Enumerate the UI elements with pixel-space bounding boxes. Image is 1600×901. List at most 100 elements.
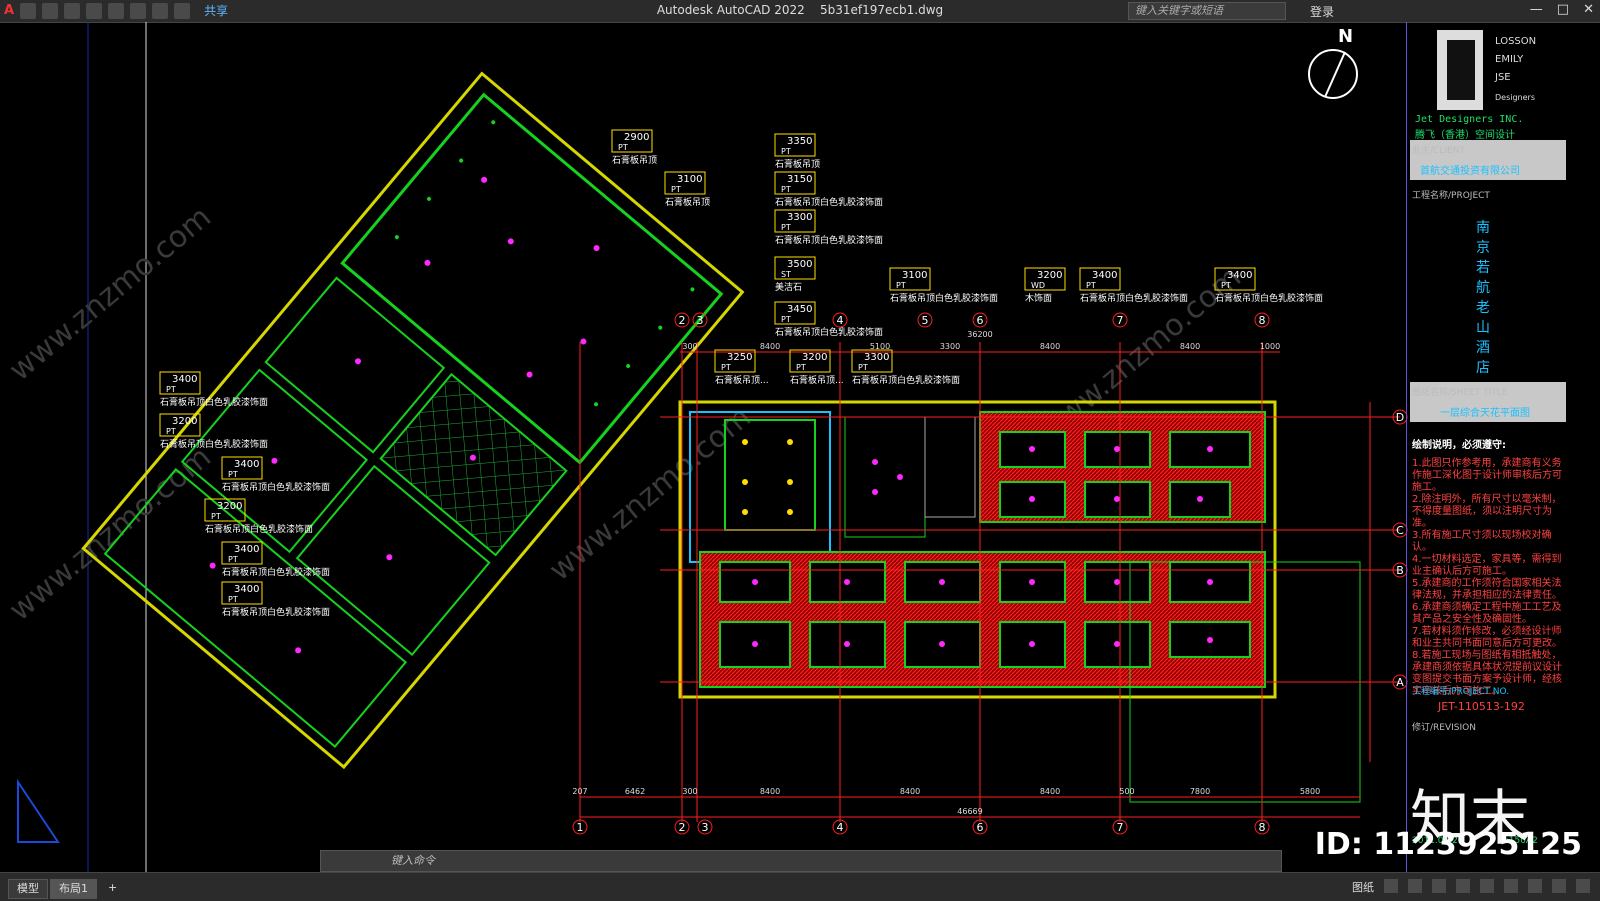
company-en: Jet Designers INC. <box>1415 114 1524 125</box>
svg-text:8400: 8400 <box>1040 342 1060 351</box>
ceiling-tag-material: PT <box>228 470 238 479</box>
svg-text:B: B <box>1396 564 1404 577</box>
ceiling-tag-material: PT <box>896 281 906 290</box>
workspace-gear-icon[interactable] <box>1552 879 1566 893</box>
annotation-scale-icon[interactable] <box>1528 879 1542 893</box>
svg-text:2: 2 <box>679 314 686 327</box>
sheet-title-value: 一层综合天花平面图 <box>1440 408 1530 419</box>
drawing-notes: 绘制说明，必须遵守: 1.此图只作参考用，承建商有义务作施工深化图于设计师审核后… <box>1412 440 1562 698</box>
svg-text:300: 300 <box>682 787 697 796</box>
ceiling-tag-height: 2900 <box>624 132 649 143</box>
ceiling-tag: 3300PT 石膏板吊顶白色乳胶漆饰面 <box>774 209 883 246</box>
lineweight-icon[interactable] <box>1504 879 1518 893</box>
ceiling-tag-note: 石膏板吊顶 <box>775 158 820 170</box>
ceiling-tag-height: 3300 <box>787 212 812 223</box>
ceiling-tag: 3100PT 石膏板吊顶 <box>664 171 710 208</box>
ceiling-tag-note: 石膏板吊顶白色乳胶漆饰面 <box>160 438 268 450</box>
ceiling-tag-material: PT <box>781 315 791 324</box>
ceiling-tag: 3400PT 石膏板吊顶白色乳胶漆饰面 <box>221 581 330 618</box>
client-value: 首航交通投资有限公司 <box>1420 166 1520 177</box>
ceiling-tag-note: 石膏板吊顶白色乳胶漆饰面 <box>222 481 330 493</box>
ceiling-tag-material: PT <box>618 143 628 152</box>
ceiling-tag-height: 3250 <box>727 352 752 363</box>
ortho-icon[interactable] <box>1432 879 1446 893</box>
svg-text:36200: 36200 <box>967 330 992 339</box>
svg-text:3: 3 <box>697 314 704 327</box>
svg-text:300: 300 <box>682 342 697 351</box>
ceiling-tag-material: PT <box>858 363 868 372</box>
window-title: Autodesk AutoCAD 2022 5b31ef197ecb1.dwg <box>0 3 1600 17</box>
command-line[interactable]: 键入命令 <box>320 850 1282 872</box>
compass-icon <box>1308 49 1358 99</box>
svg-text:8: 8 <box>1259 821 1266 834</box>
ceiling-tag-note: 石膏板吊顶白色乳胶漆饰面 <box>1215 292 1323 304</box>
ceiling-tag-note: 石膏板吊顶... <box>790 374 844 386</box>
ceiling-tag-note: 石膏板吊顶白色乳胶漆饰面 <box>775 326 883 338</box>
svg-text:www.znzmo.com: www.znzmo.com <box>3 200 218 389</box>
svg-text:EMILY: EMILY <box>1495 54 1524 65</box>
svg-text:7: 7 <box>1117 821 1124 834</box>
note-item: 6.承建商须确定工程中施工工艺及其产品之安全性及确固性。 <box>1412 602 1562 625</box>
svg-text:6: 6 <box>977 314 984 327</box>
command-input[interactable]: 键入命令 <box>391 854 435 867</box>
ceiling-tag-note: 石膏板吊顶白色乳胶漆饰面 <box>1080 292 1188 304</box>
paper-toggle[interactable]: 图纸 <box>1352 879 1374 895</box>
ceiling-tag: 3150PT 石膏板吊顶白色乳胶漆饰面 <box>774 171 883 208</box>
note-item: 2.除注明外，所有尺寸以毫米制，不得度量图纸，须以注明尺寸为准。 <box>1412 494 1562 529</box>
maximize-icon[interactable]: □ <box>1557 2 1569 17</box>
ceiling-tag-note: 石膏板吊顶白色乳胶漆饰面 <box>890 292 998 304</box>
ceiling-tag-note: 石膏板吊顶白色乳胶漆饰面 <box>222 566 330 578</box>
login-button[interactable]: 登录 <box>1310 3 1334 20</box>
status-tools: 图纸 <box>1352 879 1590 895</box>
ceiling-tag-note: 石膏板吊顶白色乳胶漆饰面 <box>205 523 313 535</box>
ceiling-tag-height: 3400 <box>1227 270 1252 281</box>
help-search-input[interactable]: 键入关键字或短语 <box>1128 2 1286 20</box>
polar-icon[interactable] <box>1456 879 1470 893</box>
sheet-title-label: 图纸名称/SHEET TITLE <box>1412 388 1508 398</box>
note-item: 7.若材料须作修改，必须经设计师和业主共同书面同意后方可更改。 <box>1412 626 1562 649</box>
ceiling-tag-height: 3100 <box>902 270 927 281</box>
drawing-canvas[interactable]: www.znzmo.com www.znzmo.com www.znzmo.co… <box>0 22 1600 872</box>
ceiling-tag-material: PT <box>166 385 176 394</box>
tab-layout1[interactable]: 布局1 <box>50 879 97 899</box>
ceiling-tag: 3200PT 石膏板吊顶白色乳胶漆饰面 <box>204 498 313 535</box>
ceiling-tag-height: 3200 <box>172 416 197 427</box>
ceiling-tag-height: 3200 <box>217 501 242 512</box>
svg-text:1000: 1000 <box>1260 342 1280 351</box>
ceiling-tag-note: 石膏板吊顶 <box>612 154 657 166</box>
svg-text:207: 207 <box>572 787 587 796</box>
ceiling-tag-height: 3400 <box>234 459 259 470</box>
tab-model[interactable]: 模型 <box>8 879 48 899</box>
minimize-icon[interactable]: — <box>1530 2 1543 17</box>
ceiling-tag-note: 石膏板吊顶白色乳胶漆饰面 <box>160 396 268 408</box>
ceiling-tag: 3500ST 美洁石 <box>774 256 816 293</box>
ceiling-tag-height: 3400 <box>234 544 259 555</box>
customize-icon[interactable] <box>1576 879 1590 893</box>
ceiling-tag-material: PT <box>781 147 791 156</box>
svg-text:D: D <box>1396 411 1404 424</box>
svg-text:C: C <box>1396 524 1404 537</box>
note-item: 4.一切材料选定，家具等，需得到业主确认后方可施工。 <box>1412 554 1562 577</box>
ceiling-tag: 3400PT 石膏板吊顶白色乳胶漆饰面 <box>1079 267 1188 304</box>
ceiling-tag-note: 木饰面 <box>1025 292 1052 304</box>
close-icon[interactable]: ✕ <box>1583 2 1594 17</box>
ceiling-tag-material: WD <box>1031 281 1045 290</box>
ceiling-tag-note: 石膏板吊顶白色乳胶漆饰面 <box>852 374 960 386</box>
ceiling-tag-height: 3200 <box>1037 270 1062 281</box>
svg-text:www.znzmo.com: www.znzmo.com <box>3 440 218 629</box>
svg-text:3: 3 <box>702 821 709 834</box>
svg-text:8400: 8400 <box>760 787 780 796</box>
snap-icon[interactable] <box>1408 879 1422 893</box>
client-label: 业主/CLIENT <box>1412 146 1465 156</box>
osnap-icon[interactable] <box>1480 879 1494 893</box>
project-value: 南京若航老山酒店 <box>1476 220 1490 376</box>
svg-text:4: 4 <box>837 821 844 834</box>
svg-text:6: 6 <box>977 821 984 834</box>
ceiling-tag-material: PT <box>228 555 238 564</box>
add-layout-button[interactable]: + <box>100 879 125 897</box>
ceiling-tag-height: 3350 <box>787 136 812 147</box>
ceiling-tag-height: 3400 <box>234 584 259 595</box>
ceiling-tag-material: PT <box>781 223 791 232</box>
grid-icon[interactable] <box>1384 879 1398 893</box>
ceiling-tag-material: PT <box>1086 281 1096 290</box>
